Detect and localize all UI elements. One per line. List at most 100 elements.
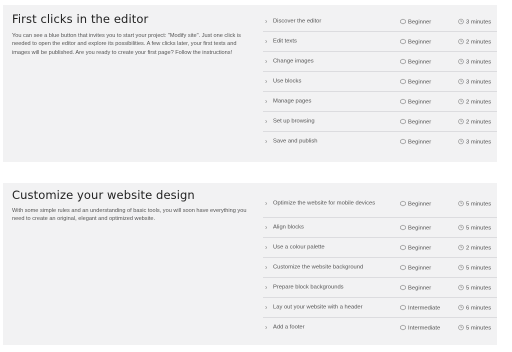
level-badge-icon — [400, 118, 406, 124]
lesson-row[interactable]: › Discover the editor Beginner 3 minutes — [263, 12, 497, 32]
clock-icon — [458, 224, 464, 230]
lesson-level: Beginner — [400, 118, 431, 125]
clock-icon — [458, 98, 464, 104]
lesson-duration: 3 minutes — [458, 138, 491, 146]
chevron-right-icon: › — [265, 200, 268, 207]
level-badge-icon — [400, 58, 406, 64]
clock-icon — [458, 244, 464, 250]
lesson-name: Change images — [273, 57, 314, 64]
section-title: Customize your website design — [12, 188, 195, 202]
lesson-level: Beginner — [400, 224, 431, 231]
level-badge-icon — [400, 98, 406, 104]
chevron-right-icon: › — [265, 18, 268, 25]
lesson-list: › Optimize the website for mobile device… — [263, 190, 497, 338]
section-description: With some simple rules and an understand… — [12, 208, 247, 223]
lesson-name: Prepare block backgrounds — [273, 283, 344, 290]
lesson-level: Intermediate — [400, 304, 440, 311]
lesson-duration: 3 minutes — [458, 78, 491, 85]
lesson-level: Beginner — [400, 38, 431, 45]
chevron-right-icon: › — [265, 244, 268, 251]
level-badge-icon — [400, 38, 406, 44]
lesson-level: Beginner — [400, 244, 431, 251]
section-intro: First clicks in the editor You can see a… — [12, 5, 255, 57]
lesson-name: Use blocks — [273, 77, 302, 84]
chevron-right-icon: › — [265, 38, 268, 45]
lesson-name: Align blocks — [273, 223, 304, 230]
clock-icon — [458, 138, 464, 145]
lesson-duration: 5 minutes — [458, 264, 491, 271]
chevron-right-icon: › — [265, 304, 268, 311]
lesson-level: Beginner — [400, 58, 431, 65]
section-description: You can see a blue button that invites y… — [12, 33, 241, 56]
lesson-row[interactable]: › Use a colour palette Beginner 2 minute… — [263, 238, 497, 258]
chevron-right-icon: › — [265, 98, 268, 105]
lesson-list: › Discover the editor Beginner 3 minutes… — [263, 12, 497, 152]
clock-icon — [458, 304, 464, 310]
level-badge-icon — [400, 284, 406, 290]
lesson-duration: 5 minutes — [458, 284, 491, 291]
lesson-row[interactable]: › Set up browsing Beginner 2 minutes — [263, 112, 497, 132]
lesson-row[interactable]: › Manage pages Beginner 2 minutes — [263, 92, 497, 112]
lesson-duration: 3 minutes — [458, 18, 491, 25]
lesson-row[interactable]: › Change images Beginner 3 minutes — [263, 52, 497, 72]
level-badge-icon — [400, 200, 406, 206]
lesson-duration: 6 minutes — [458, 304, 491, 311]
lesson-name: Use a colour palette — [273, 243, 325, 250]
level-badge-icon — [400, 304, 406, 310]
lesson-name: Lay out your website with a header — [273, 303, 363, 310]
clock-icon — [458, 38, 464, 44]
lesson-level: Intermediate — [400, 324, 440, 332]
lesson-name: Set up browsing — [273, 117, 315, 124]
lesson-row[interactable]: › Optimize the website for mobile device… — [263, 190, 497, 218]
lesson-level: Beginner — [400, 78, 431, 85]
chevron-right-icon: › — [265, 118, 268, 125]
lesson-name: Manage pages — [273, 97, 312, 104]
lesson-duration: 2 minutes — [458, 98, 491, 105]
lesson-row[interactable]: › Customize the website background Begin… — [263, 258, 497, 278]
level-badge-icon — [400, 18, 406, 24]
level-badge-icon — [400, 264, 406, 270]
lesson-row[interactable]: › Use blocks Beginner 3 minutes — [263, 72, 497, 92]
clock-icon — [458, 200, 464, 206]
lesson-row[interactable]: › Align blocks Beginner 5 minutes — [263, 218, 497, 238]
clock-icon — [458, 264, 464, 270]
lesson-name: Discover the editor — [273, 17, 322, 24]
chevron-right-icon: › — [265, 78, 268, 85]
level-badge-icon — [400, 324, 406, 331]
chevron-right-icon: › — [265, 324, 268, 332]
lesson-duration: 5 minutes — [458, 224, 491, 231]
clock-icon — [458, 18, 464, 24]
level-badge-icon — [400, 78, 406, 84]
level-badge-icon — [400, 138, 406, 145]
lesson-level: Beginner — [400, 284, 431, 291]
lesson-name: Save and publish — [273, 138, 318, 145]
clock-icon — [458, 118, 464, 124]
chevron-right-icon: › — [265, 58, 268, 65]
clock-icon — [458, 284, 464, 290]
lesson-row[interactable]: › Add a footer Intermediate 5 minutes — [263, 318, 497, 338]
lesson-name: Add a footer — [273, 324, 305, 331]
section-first-clicks: First clicks in the editor You can see a… — [3, 5, 497, 162]
lesson-duration: 5 minutes — [458, 324, 491, 332]
lesson-duration: 3 minutes — [458, 58, 491, 65]
section-customize-design: Customize your website design With some … — [3, 183, 497, 345]
lesson-duration: 2 minutes — [458, 118, 491, 125]
chevron-right-icon: › — [265, 284, 268, 291]
lesson-row[interactable]: › Edit texts Beginner 2 minutes — [263, 32, 497, 52]
lesson-level: Beginner — [400, 98, 431, 105]
lesson-duration: 2 minutes — [458, 244, 491, 251]
lesson-row[interactable]: › Prepare block backgrounds Beginner 5 m… — [263, 278, 497, 298]
chevron-right-icon: › — [265, 224, 268, 231]
lesson-level: Beginner — [400, 200, 431, 207]
lesson-duration: 5 minutes — [458, 200, 491, 207]
lesson-row[interactable]: › Lay out your website with a header Int… — [263, 298, 497, 318]
lesson-name: Edit texts — [273, 37, 297, 44]
chevron-right-icon: › — [265, 138, 268, 146]
lesson-duration: 2 minutes — [458, 38, 491, 45]
section-intro: Customize your website design With some … — [12, 183, 255, 224]
lesson-level: Beginner — [400, 264, 431, 271]
section-title: First clicks in the editor — [12, 12, 149, 26]
lesson-name: Optimize the website for mobile devices — [273, 199, 376, 206]
lesson-row[interactable]: › Save and publish Beginner 3 minutes — [263, 132, 497, 152]
level-badge-icon — [400, 244, 406, 250]
